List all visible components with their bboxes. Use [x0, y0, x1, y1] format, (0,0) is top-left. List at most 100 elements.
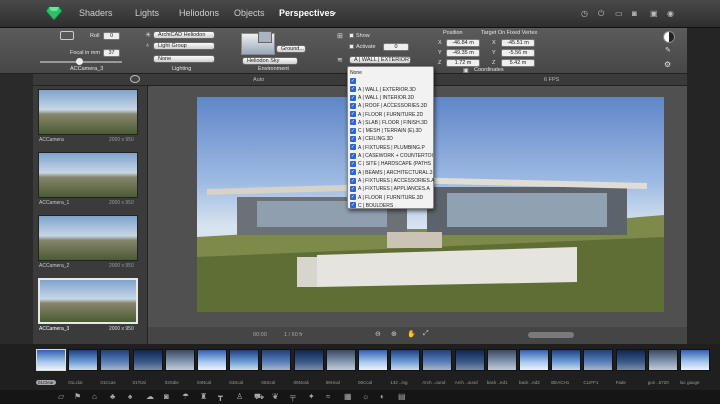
- checkbox-checked-icon[interactable]: ✓: [350, 119, 356, 126]
- environment-thumb[interactable]: [293, 349, 324, 371]
- tree-icon[interactable]: ♠: [128, 392, 132, 401]
- hand-icon[interactable]: ✋: [407, 330, 416, 338]
- environment-thumb[interactable]: [132, 349, 163, 371]
- layers-dropdown[interactable]: None ✓ ✓ A | WALL | EXTERIOR.3D ✓ A | WALL | …: [347, 66, 434, 209]
- checkbox-checked-icon[interactable]: ✓: [350, 185, 356, 192]
- light-icon[interactable]: ✦: [308, 392, 315, 401]
- grid-icon[interactable]: ⊞: [337, 32, 343, 40]
- camera-icon[interactable]: ◙: [632, 9, 637, 18]
- environment-thumb[interactable]: [422, 349, 453, 371]
- yin-yang-icon[interactable]: [663, 31, 675, 43]
- environment-thumb[interactable]: [680, 349, 710, 371]
- layer-select[interactable]: A | WALL | EXTERIOR: [349, 56, 411, 64]
- film-icon[interactable]: [60, 31, 74, 40]
- focal-slider[interactable]: [40, 58, 122, 65]
- tab-perspectives[interactable]: Perspectives: [279, 8, 335, 18]
- layer-item[interactable]: ✓ A | BEAMS | ARCHITECTURAL.3: [350, 169, 434, 177]
- layer-item[interactable]: ✓ A | FIXTURES | APPLIANCES.A: [350, 185, 434, 193]
- y-position-field[interactable]: -49.35 m: [446, 49, 480, 57]
- z-target-field[interactable]: 5.42 m: [501, 59, 535, 67]
- person-icon[interactable]: ♙: [236, 392, 243, 401]
- roll-field[interactable]: 0: [103, 32, 120, 40]
- window-icon[interactable]: ▭: [615, 9, 623, 18]
- cloud-icon[interactable]: ☁: [146, 392, 154, 401]
- layer-item[interactable]: None: [350, 69, 434, 77]
- pen-icon[interactable]: ✎: [665, 46, 671, 54]
- layer-item[interactable]: ✓ A | FLOOR | FURNITURE.3D: [350, 194, 434, 202]
- ground-icon[interactable]: ▦: [344, 392, 352, 401]
- environment-thumb[interactable]: [36, 349, 66, 371]
- crop-icon[interactable]: ▣: [650, 9, 658, 18]
- camera-thumb-3[interactable]: [38, 278, 138, 324]
- gear-icon[interactable]: ⚙: [664, 60, 671, 69]
- lamp-icon[interactable]: ☂: [182, 392, 189, 401]
- bench-icon[interactable]: ╤: [290, 392, 296, 401]
- lighting-select[interactable]: None: [153, 55, 215, 63]
- zoom-in-icon[interactable]: ⊕: [391, 330, 397, 338]
- grass-icon[interactable]: ♣: [110, 392, 115, 401]
- focal-field[interactable]: 37: [103, 49, 120, 57]
- house-icon[interactable]: ⌂: [92, 392, 97, 401]
- environment-thumb[interactable]: [68, 349, 99, 371]
- environment-thumb[interactable]: [164, 349, 195, 371]
- expand-icon[interactable]: ⤢: [423, 330, 429, 338]
- hdri-icon[interactable]: ◐: [380, 392, 385, 401]
- record-icon[interactable]: ◉: [667, 9, 674, 18]
- light-group-select[interactable]: Light Group: [153, 42, 215, 50]
- layer-item[interactable]: ✓ A | SLAB | FLOOR | FINISH.3D: [350, 119, 434, 127]
- checkbox-checked-icon[interactable]: ✓: [350, 77, 356, 84]
- eye-icon[interactable]: [130, 75, 140, 83]
- checkbox-checked-icon[interactable]: ✓: [350, 144, 356, 151]
- environment-thumb[interactable]: [519, 349, 549, 371]
- checkbox-checked-icon[interactable]: ✓: [350, 94, 356, 101]
- ground-swatch[interactable]: [258, 31, 272, 43]
- environment-thumb[interactable]: [197, 349, 227, 371]
- x-position-field[interactable]: -46.84 m: [446, 39, 480, 47]
- focal-slider-knob[interactable]: [76, 58, 83, 65]
- environment-thumb[interactable]: [229, 349, 260, 371]
- checkbox-checked-icon[interactable]: ✓: [350, 102, 356, 109]
- checkbox-checked-icon[interactable]: ✓: [350, 111, 356, 118]
- checkbox-checked-icon[interactable]: ✓: [350, 127, 356, 134]
- ground-button[interactable]: Ground...: [276, 45, 306, 53]
- x-target-field[interactable]: -45.51 m: [501, 39, 535, 47]
- floor-icon[interactable]: ▱: [58, 392, 64, 401]
- checkbox-checked-icon[interactable]: ✓: [350, 136, 356, 143]
- layer-item[interactable]: ✓ C | SITE | HARDSCAPE (PATHS: [350, 160, 434, 168]
- tab-lights[interactable]: Lights: [135, 8, 159, 18]
- camera-thumb-1[interactable]: [38, 152, 138, 198]
- show-checkbox[interactable]: [349, 33, 354, 38]
- power-icon[interactable]: ⏻: [598, 9, 604, 19]
- environment-thumb[interactable]: [100, 349, 131, 371]
- environment-thumb[interactable]: [358, 349, 388, 371]
- layers-icon[interactable]: ≋: [337, 56, 343, 64]
- checkbox-checked-icon[interactable]: ✓: [350, 152, 356, 159]
- viewport-scrollbar[interactable]: [528, 332, 574, 338]
- layer-item[interactable]: ✓ A | FIXTURES | PLUMBING.P: [350, 144, 434, 152]
- environment-thumb[interactable]: [325, 349, 356, 371]
- checkbox-checked-icon[interactable]: ✓: [350, 194, 356, 201]
- checkbox-checked-icon[interactable]: ✓: [350, 86, 356, 93]
- tab-objects[interactable]: Objects: [234, 8, 265, 18]
- y-target-field[interactable]: -5.56 m: [501, 49, 535, 57]
- checkbox-checked-icon[interactable]: ✓: [350, 202, 356, 209]
- layer-item[interactable]: ✓ A | FLOOR | FURNITURE.2D: [350, 111, 434, 119]
- layer-item[interactable]: ✓ A | WALL | INTERIOR.3D: [350, 94, 434, 102]
- checkbox-checked-icon[interactable]: ✓: [350, 160, 356, 167]
- environment-thumb[interactable]: [390, 349, 421, 371]
- layer-item[interactable]: ✓ A | CEILING.3D: [350, 135, 434, 143]
- layer-item[interactable]: ✓ A | ROOF | ACCESSORIES.3D: [350, 102, 434, 110]
- plant-icon[interactable]: ❦: [272, 392, 279, 401]
- layer-item[interactable]: ✓ A | CASEWORK + COUNTERTOI: [350, 152, 434, 160]
- tab-shaders[interactable]: Shaders: [79, 8, 113, 18]
- layer-item[interactable]: ✓: [350, 77, 434, 85]
- pin-icon[interactable]: ⚑: [74, 392, 81, 401]
- activate-field[interactable]: 0: [383, 43, 409, 51]
- layer-item[interactable]: ✓ A | WALL | EXTERIOR.3D: [350, 86, 434, 94]
- layer-item[interactable]: ✓ A | FIXTURES | ACCESSORIES.A: [350, 177, 434, 185]
- environment-thumb[interactable]: [261, 349, 292, 371]
- gem-icon[interactable]: [45, 6, 63, 21]
- camera-thumb-2[interactable]: [38, 215, 138, 261]
- fps-label[interactable]: 6 FPS: [544, 77, 559, 83]
- layer-item[interactable]: ✓ C | MESH | TERRAIN (E).3D: [350, 127, 434, 135]
